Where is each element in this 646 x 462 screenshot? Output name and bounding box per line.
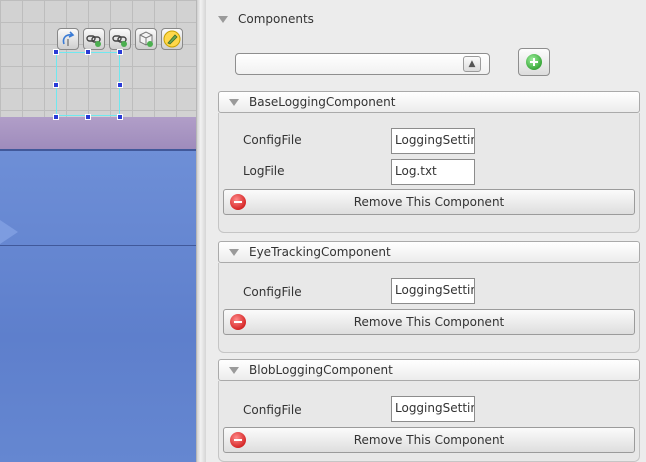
canvas-edge-line bbox=[0, 149, 196, 151]
resize-handle[interactable] bbox=[53, 49, 59, 55]
remove-component-button[interactable]: Remove This Component bbox=[223, 427, 635, 453]
component-header-blob-logging[interactable]: BlobLoggingComponent bbox=[218, 359, 640, 381]
design-canvas[interactable] bbox=[0, 0, 196, 462]
canvas-blue-region bbox=[0, 149, 196, 462]
remove-label: Remove This Component bbox=[353, 315, 505, 329]
unlink-tool-icon[interactable] bbox=[109, 28, 131, 50]
component-body-blob-logging: ConfigFile LoggingSettings Remove This C… bbox=[218, 381, 640, 462]
config-file-input[interactable]: LoggingSettings bbox=[391, 278, 475, 304]
component-header-eye-tracking[interactable]: EyeTrackingComponent bbox=[218, 241, 640, 263]
resize-handle[interactable] bbox=[117, 82, 123, 88]
field-label: ConfigFile bbox=[243, 133, 302, 147]
canvas-band bbox=[0, 117, 196, 149]
components-panel: Components ▲ BaseLoggingComponent Config… bbox=[206, 0, 646, 462]
remove-component-button[interactable]: Remove This Component bbox=[223, 189, 635, 215]
rotate-tool-icon[interactable] bbox=[57, 28, 79, 50]
resize-handle[interactable] bbox=[117, 114, 123, 120]
field-label: LogFile bbox=[243, 164, 285, 178]
selection-box[interactable] bbox=[56, 52, 120, 116]
config-file-input[interactable]: LoggingSettings bbox=[391, 396, 475, 422]
link-tool-icon[interactable] bbox=[83, 28, 105, 50]
components-title: Components bbox=[238, 12, 314, 26]
resize-handle[interactable] bbox=[117, 49, 123, 55]
resize-handle[interactable] bbox=[53, 82, 59, 88]
component-body-eye-tracking: ConfigFile LoggingSettings Remove This C… bbox=[218, 263, 640, 353]
canvas-shape bbox=[0, 220, 18, 244]
canvas-divider-line bbox=[0, 245, 196, 246]
log-file-input[interactable]: Log.txt bbox=[391, 159, 475, 185]
component-body-base-logging: ConfigFile LoggingSettings LogFile Log.t… bbox=[218, 113, 640, 233]
field-label: ConfigFile bbox=[243, 403, 302, 417]
component-type-select[interactable]: ▲ bbox=[235, 53, 490, 75]
component-header-base-logging[interactable]: BaseLoggingComponent bbox=[218, 91, 640, 113]
remove-label: Remove This Component bbox=[353, 433, 505, 447]
resize-handle[interactable] bbox=[85, 49, 91, 55]
component-name: BaseLoggingComponent bbox=[249, 95, 396, 109]
select-arrows-icon: ▲ bbox=[463, 56, 481, 72]
cube-tool-icon[interactable] bbox=[135, 28, 157, 50]
collapse-triangle-icon bbox=[218, 15, 228, 23]
collapse-triangle-icon bbox=[229, 248, 239, 256]
add-component-button[interactable] bbox=[518, 48, 550, 76]
remove-label: Remove This Component bbox=[353, 195, 505, 209]
config-file-input[interactable]: LoggingSettings bbox=[391, 128, 475, 154]
panel-splitter[interactable] bbox=[196, 0, 206, 462]
collapse-triangle-icon bbox=[229, 366, 239, 374]
plus-circle-icon bbox=[526, 54, 542, 70]
edit-pencil-icon[interactable] bbox=[161, 28, 183, 50]
resize-handle[interactable] bbox=[53, 114, 59, 120]
resize-handle[interactable] bbox=[85, 114, 91, 120]
remove-component-button[interactable]: Remove This Component bbox=[223, 309, 635, 335]
collapse-triangle-icon bbox=[229, 98, 239, 106]
component-name: EyeTrackingComponent bbox=[249, 245, 391, 259]
components-header[interactable]: Components bbox=[208, 8, 642, 30]
component-name: BlobLoggingComponent bbox=[249, 363, 393, 377]
field-label: ConfigFile bbox=[243, 285, 302, 299]
